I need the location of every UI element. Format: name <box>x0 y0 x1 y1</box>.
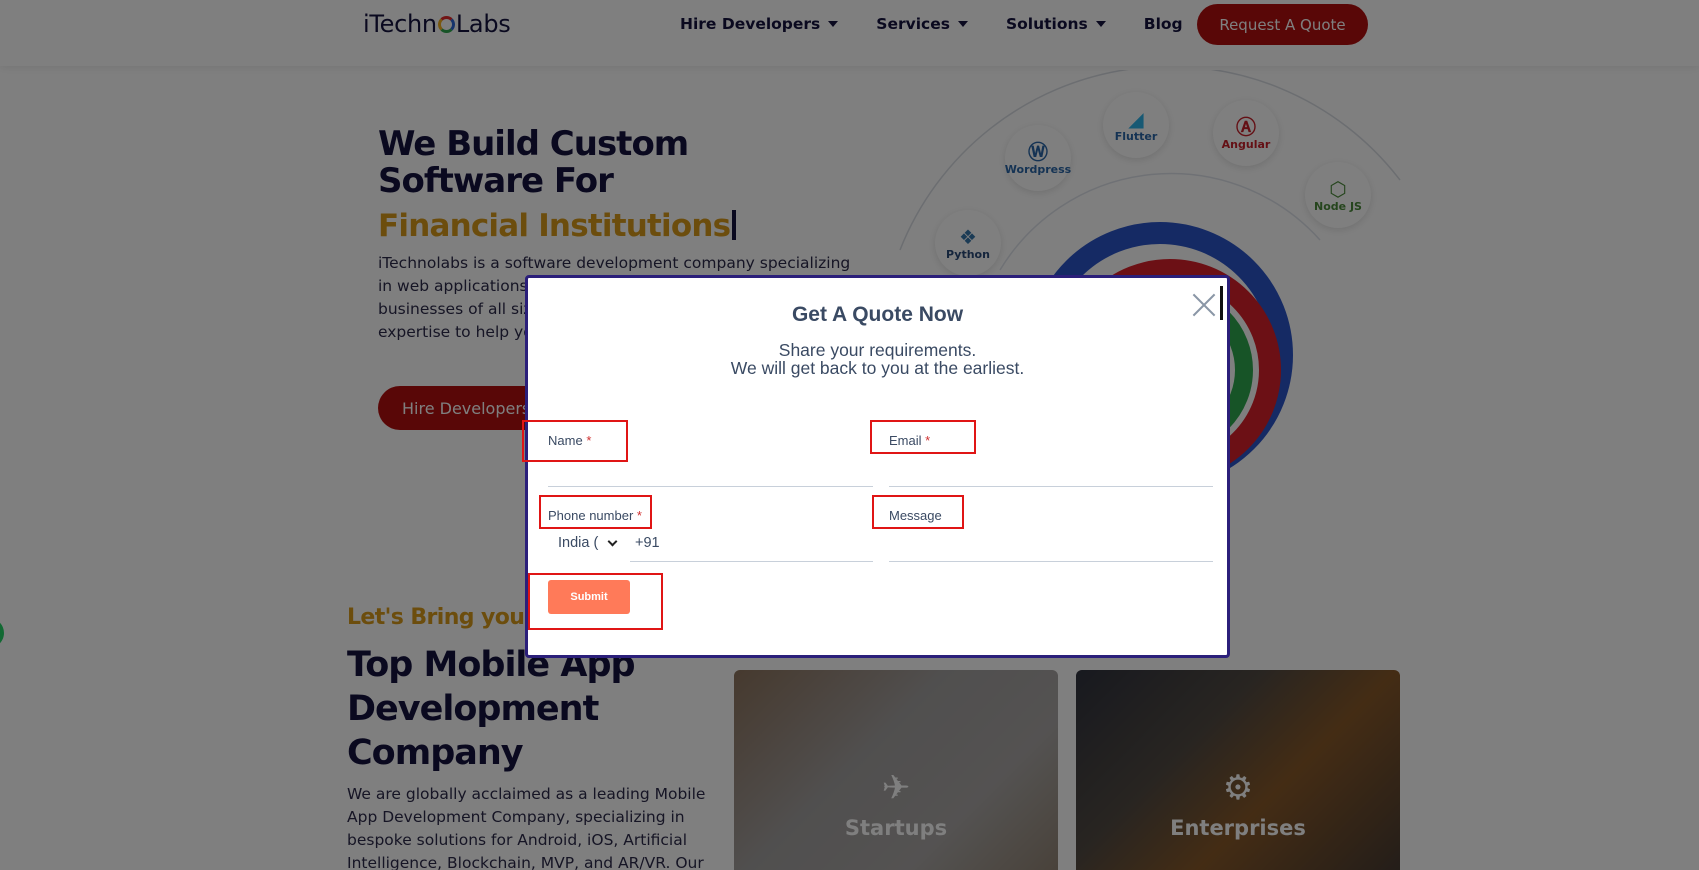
name-label-text: Name <box>548 433 583 448</box>
email-input[interactable] <box>889 486 1213 487</box>
message-label: Message <box>889 508 942 523</box>
required-mark: * <box>586 433 592 448</box>
close-icon[interactable] <box>1191 292 1217 318</box>
modal-subtitle-line2: We will get back to you at the earliest. <box>730 358 1025 378</box>
phone-input[interactable] <box>630 561 873 562</box>
email-label-text: Email <box>889 433 922 448</box>
name-label: Name * <box>548 433 591 448</box>
quote-modal: Get A Quote Now Share your requirements.… <box>522 275 1230 658</box>
chevron-down-icon <box>607 536 618 546</box>
country-select[interactable]: India ( <box>548 531 620 555</box>
required-mark: * <box>925 433 931 448</box>
phone-label-text: Phone number <box>548 508 634 523</box>
modal-subtitle-line1: Share your requirements. <box>778 340 977 360</box>
email-label: Email * <box>889 433 930 448</box>
dial-code: +91 <box>635 535 660 551</box>
modal-subtitle: Share your requirements. We will get bac… <box>528 341 1227 377</box>
text-cursor <box>1220 286 1223 320</box>
country-select-value: India ( <box>558 535 599 551</box>
message-input[interactable] <box>889 561 1213 562</box>
phone-label: Phone number * <box>548 508 642 523</box>
name-input[interactable] <box>548 486 873 487</box>
modal-title: Get A Quote Now <box>791 303 964 326</box>
submit-button[interactable]: Submit <box>548 580 630 614</box>
required-mark: * <box>636 508 642 523</box>
